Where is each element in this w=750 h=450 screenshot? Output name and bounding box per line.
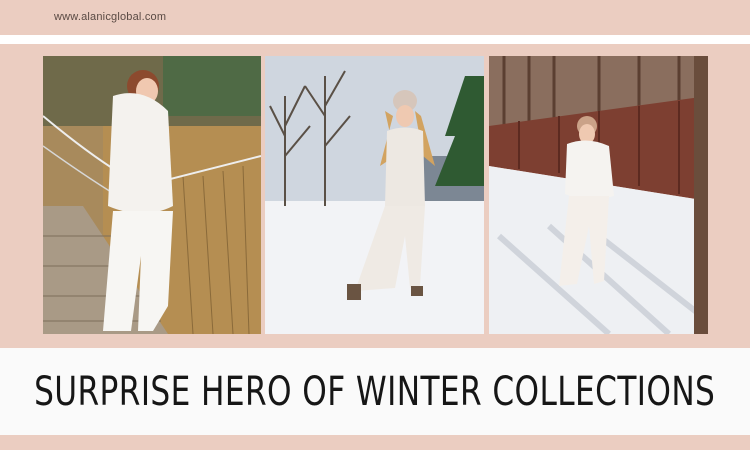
photo-snowy-field-image <box>265 56 484 334</box>
title-bar: SURPRISE HERO OF WINTER COLLECTIONS <box>0 348 750 435</box>
photo-suspension-bridge-image <box>43 56 261 334</box>
photo-snowy-fence <box>489 56 708 334</box>
photo-snowy-field <box>265 56 484 334</box>
photo-snowy-fence-image <box>489 56 708 334</box>
header-bar: www.alanicglobal.com <box>0 0 750 35</box>
page-title: SURPRISE HERO OF WINTER COLLECTIONS <box>34 368 716 415</box>
site-url[interactable]: www.alanicglobal.com <box>54 11 166 23</box>
bottom-strip <box>0 435 750 450</box>
divider-strip <box>0 35 750 44</box>
photo-suspension-bridge <box>43 56 261 334</box>
